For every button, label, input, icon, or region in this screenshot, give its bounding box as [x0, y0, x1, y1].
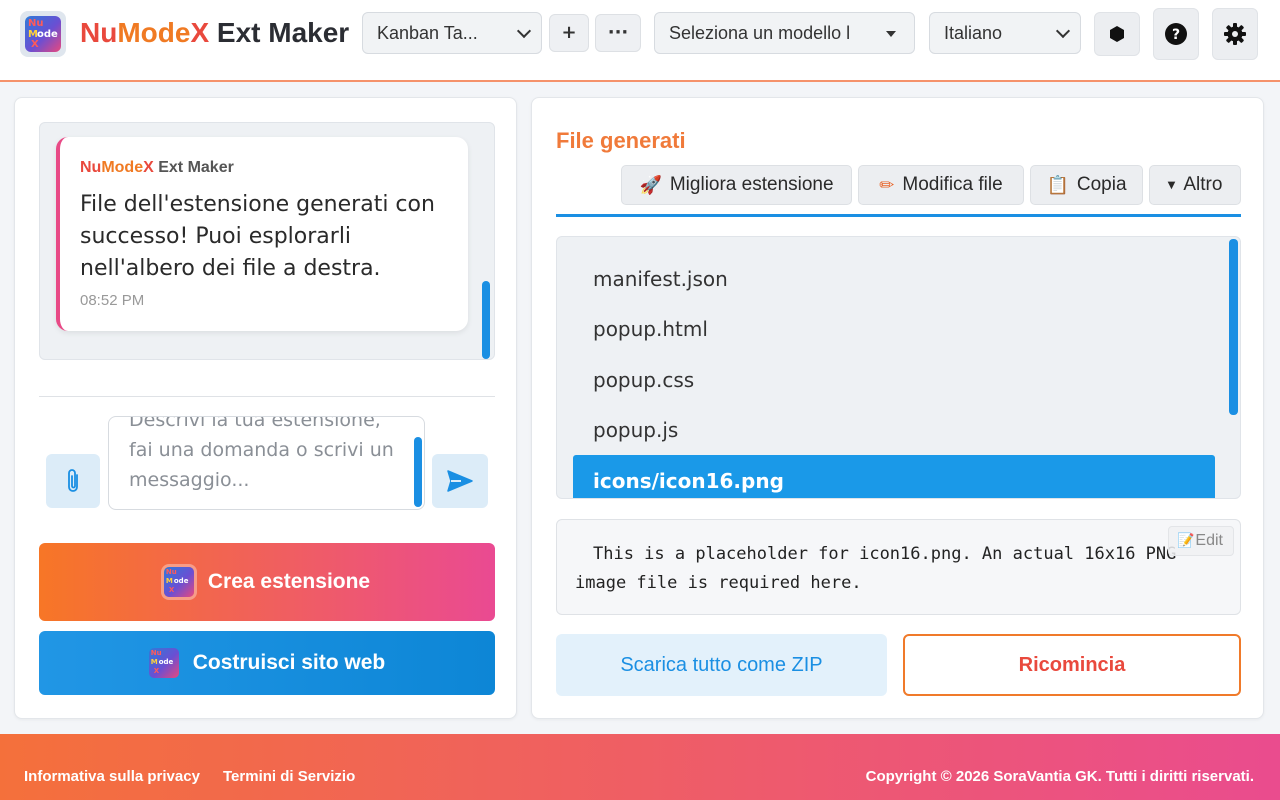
file-content-viewer: This is a placeholder for icon16.png. An… [556, 519, 1241, 615]
send-icon [447, 470, 473, 492]
pencil-icon: ✏ [879, 174, 895, 196]
project-more-button[interactable]: ··· [595, 14, 641, 52]
message-text: File dell'estensione generati con succes… [80, 192, 435, 281]
attach-button[interactable] [46, 454, 100, 508]
more-actions-button[interactable]: ▼ Altro [1149, 165, 1241, 205]
caret-down-icon: ▼ [1167, 179, 1176, 191]
privacy-link[interactable]: Informativa sulla privacy [24, 768, 200, 785]
add-project-button[interactable]: + [549, 14, 589, 52]
rocket-icon: 🚀 [639, 174, 662, 196]
app-logo: Nu M ode X [20, 11, 66, 57]
logo-icon: Nu M ode X [163, 567, 194, 597]
file-tree-item[interactable]: popup.js [593, 418, 678, 442]
terms-link[interactable]: Termini di Servizio [223, 768, 355, 785]
model-select-value: Seleziona un modello l [669, 22, 851, 43]
project-select-value: Kanban Ta... [377, 22, 478, 43]
chevron-down-icon [1055, 23, 1071, 39]
file-tree-item[interactable]: popup.html [593, 317, 708, 341]
settings-button[interactable] [1212, 8, 1258, 60]
message-sender: NuModeX Ext Maker [80, 159, 234, 176]
gear-icon [1224, 23, 1246, 45]
logo-icon: Nu M ode X [25, 16, 61, 52]
message-input-placeholder: Descrivi la tua estensione, fai una doma… [129, 416, 394, 491]
chat-message: NuModeX Ext Maker File dell'estensione g… [56, 137, 468, 331]
chat-history[interactable]: NuModeX Ext Maker File dell'estensione g… [39, 122, 495, 360]
improve-extension-button[interactable]: 🚀 Migliora estensione [621, 165, 852, 205]
language-select[interactable]: Italiano [929, 12, 1081, 54]
clipboard-icon: 📋 [1046, 174, 1069, 196]
restart-button[interactable]: Ricomincia [903, 634, 1241, 696]
selected-file-label: icons/icon16.png [593, 469, 784, 493]
project-select[interactable]: Kanban Ta... [362, 12, 542, 54]
message-input[interactable]: Descrivi la tua estensione, fai una doma… [108, 416, 425, 510]
paperclip-icon [68, 469, 78, 492]
download-zip-button[interactable]: Scarica tutto come ZIP [556, 634, 887, 696]
file-tree-item[interactable]: manifest.json [593, 267, 728, 291]
caret-down-icon [886, 31, 896, 37]
copy-button[interactable]: 📋 Copia [1030, 165, 1143, 205]
theme-toggle-button[interactable] [1094, 12, 1140, 56]
model-select[interactable]: Seleziona un modello l [654, 12, 915, 54]
file-content: This is a placeholder for icon16.png. An… [575, 544, 1177, 593]
svg-text:?: ? [1172, 27, 1180, 43]
file-tree: manifest.json popup.html popup.css popup… [556, 236, 1241, 499]
logo-icon: Nu M ode X [148, 648, 179, 678]
copyright-text: Copyright © 2026 SoraVantia GK. Tutti i … [865, 768, 1254, 785]
language-select-value: Italiano [944, 22, 1003, 43]
send-button[interactable] [432, 454, 488, 508]
create-extension-button[interactable]: Nu M ode X Crea estensione [39, 543, 495, 621]
edit-icon: 📝 [1177, 533, 1195, 549]
toolbar-underline [556, 214, 1241, 217]
chat-scrollbar[interactable] [482, 281, 490, 359]
chevron-down-icon [516, 23, 532, 39]
file-tree-scrollbar[interactable] [1229, 239, 1238, 415]
top-header: Nu M ode X NuModeX Ext Maker Kanban Ta..… [0, 0, 1280, 82]
build-website-button[interactable]: Nu M ode X Costruisci sito web [39, 631, 495, 695]
edit-content-button[interactable]: 📝 Edit [1168, 526, 1234, 556]
edit-file-button[interactable]: ✏ Modifica file [858, 165, 1024, 205]
help-icon: ? [1165, 23, 1187, 45]
build-website-label: Costruisci sito web [192, 651, 386, 674]
file-tree-item[interactable]: popup.css [593, 368, 694, 392]
chat-panel: NuModeX Ext Maker File dell'estensione g… [14, 97, 517, 719]
help-button[interactable]: ? [1153, 8, 1199, 60]
circle-icon [1110, 26, 1124, 42]
divider [39, 396, 495, 397]
app-title: NuModeX Ext Maker [80, 17, 350, 48]
footer: Informativa sulla privacy Termini di Ser… [0, 734, 1280, 800]
input-scrollbar[interactable] [414, 437, 422, 507]
create-extension-label: Crea estensione [207, 570, 371, 593]
files-title: File generati [556, 128, 686, 153]
message-timestamp: 08:52 PM [80, 292, 145, 309]
files-panel: File generati 🚀 Migliora estensione ✏ Mo… [531, 97, 1264, 719]
